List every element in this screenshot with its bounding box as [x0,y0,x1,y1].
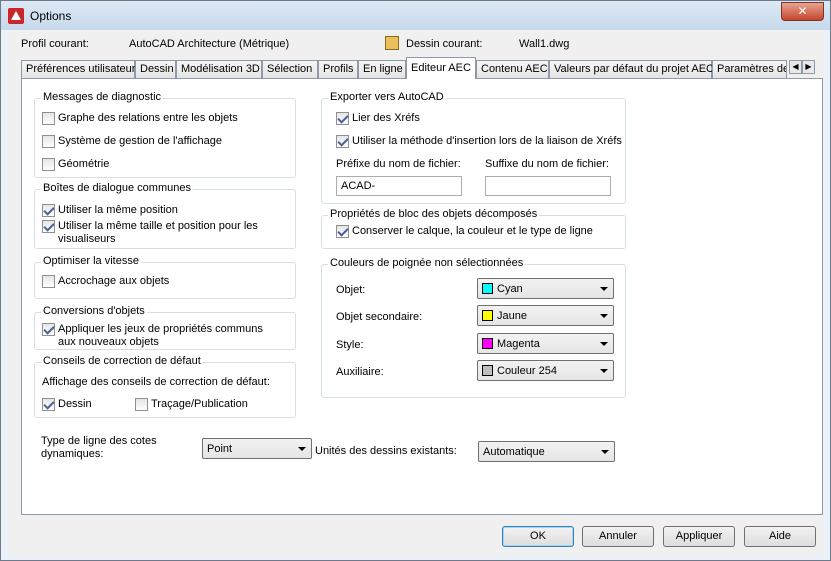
grip-style-label: Style: [336,339,364,351]
dimension-linetype-label: Type de ligne des cotes dynamiques: [41,435,157,460]
checkbox-bind-xrefs[interactable]: Lier des Xréfs [336,112,420,125]
checkbox-fault-drawing[interactable]: Dessin [42,398,92,411]
ok-button[interactable]: OK [502,526,574,547]
close-button[interactable]: ✕ [781,2,824,21]
checkbox[interactable] [135,398,148,411]
tab-3d-modeling[interactable]: Modélisation 3D [176,60,262,78]
group-title: Propriétés de bloc des objets décomposés [328,208,540,220]
tab-strip: Préférences utilisateur Dessin Modélisat… [21,57,821,79]
group-title: Couleurs de poignée non sélectionnées [328,257,526,269]
grip-auxiliary-select[interactable]: Couleur 254 [477,360,614,381]
tab-drawing[interactable]: Dessin [135,60,176,78]
checkbox-fault-plotting[interactable]: Traçage/Publication [135,398,248,411]
prefix-input[interactable]: ACAD- [336,176,462,196]
resize-grip-icon[interactable] [813,545,823,555]
tab-scroll-right-icon[interactable]: ▶ [802,60,815,74]
chevron-down-icon [298,447,306,451]
drawing-file-icon [385,36,399,50]
suffix-input[interactable] [485,176,611,196]
common-dialogs-group: Boîtes de dialogue communes Utiliser la … [34,182,296,249]
checkbox-display-system[interactable]: Système de gestion de l'affichage [42,135,222,148]
grip-auxiliary-label: Auxiliaire: [336,366,384,378]
title-bar[interactable]: Options ✕ [1,1,830,30]
checkbox[interactable] [336,225,349,238]
checkbox[interactable] [336,112,349,125]
current-profile-label: Profil courant: [21,38,89,50]
optimize-speed-group: Optimiser la vitesse Accrochage aux obje… [34,255,296,299]
checkbox[interactable] [42,398,55,411]
chevron-down-icon [600,314,608,318]
chevron-down-icon [600,342,608,346]
checkbox-same-position[interactable]: Utiliser la même position [42,204,178,217]
export-autocad-group: Exporter vers AutoCAD Lier des Xréfs Uti… [321,91,626,204]
apply-button[interactable]: Appliquer [663,526,735,547]
group-title: Conversions d'objets [41,305,147,317]
current-drawing-label: Dessin courant: [406,38,483,50]
checkbox-same-size-viewers[interactable]: Utiliser la même taille et position pour… [42,220,272,246]
block-properties-group: Propriétés de bloc des objets décomposés… [321,208,626,249]
tab-selection[interactable]: Sélection [262,60,318,78]
checkbox-apply-property-sets[interactable]: Appliquer les jeux de propriétés communs… [42,323,282,349]
window-title: Options [30,9,72,23]
checkbox-keep-layer-color[interactable]: Conserver le calque, la couleur et le ty… [336,225,606,238]
grip-object-label: Objet: [336,284,366,296]
checkbox[interactable] [42,158,55,171]
fault-correction-group: Conseils de correction de défaut Afficha… [34,355,296,418]
checkbox[interactable] [336,135,349,148]
tab-aec-editor[interactable]: Editeur AEC [406,57,476,79]
grip-object-select[interactable]: Cyan [477,278,614,299]
chevron-down-icon [600,369,608,373]
group-title: Optimiser la vitesse [41,255,141,267]
checkbox[interactable] [42,323,55,336]
tab-settings-truncated[interactable]: Paramètres de [712,60,787,78]
options-window: Options ✕ Profil courant: AutoCAD Archit… [0,0,831,561]
fault-display-label: Affichage des conseils de correction de … [42,376,270,388]
current-profile-value: AutoCAD Architecture (Métrique) [129,38,290,50]
grip-secondary-label: Objet secondaire: [336,311,423,323]
color-swatch [482,310,493,321]
dialog-client: Profil courant: AutoCAD Architecture (Mé… [8,30,823,555]
grip-style-select[interactable]: Magenta [477,333,614,354]
checkbox-insert-method[interactable]: Utiliser la méthode d'insertion lors de … [336,135,622,148]
checkbox-object-relation-graph[interactable]: Graphe des relations entre les objets [42,112,238,125]
checkbox-object-snap[interactable]: Accrochage aux objets [42,275,169,288]
chevron-down-icon [601,450,609,454]
prefix-label: Préfixe du nom de fichier: [336,158,461,170]
checkbox[interactable] [42,220,55,233]
suffix-label: Suffixe du nom de fichier: [485,158,609,170]
checkbox[interactable] [42,135,55,148]
group-title: Conseils de correction de défaut [41,355,203,367]
tab-user-preferences[interactable]: Préférences utilisateur [21,60,135,78]
existing-units-select[interactable]: Automatique [478,441,615,462]
object-conversions-group: Conversions d'objets Appliquer les jeux … [34,305,296,350]
group-title: Messages de diagnostic [41,91,164,103]
dimension-linetype-select[interactable]: Point [202,438,312,459]
diagnostic-messages-group: Messages de diagnostic Graphe des relati… [34,91,296,178]
aec-editor-panel: Messages de diagnostic Graphe des relati… [21,78,823,515]
grip-colors-group: Couleurs de poignée non sélectionnées Ob… [321,257,626,398]
cancel-button[interactable]: Annuler [582,526,654,547]
tab-scroll-left-icon[interactable]: ◀ [789,60,802,74]
current-drawing-value: Wall1.dwg [519,38,570,50]
color-swatch [482,365,493,376]
autocad-app-icon [8,8,24,24]
checkbox[interactable] [42,275,55,288]
tab-profiles[interactable]: Profils [318,60,358,78]
group-title: Exporter vers AutoCAD [328,91,446,103]
existing-units-label: Unités des dessins existants: [315,445,457,457]
help-button[interactable]: Aide [744,526,816,547]
tab-aec-content[interactable]: Contenu AEC [476,60,549,78]
checkbox[interactable] [42,204,55,217]
checkbox[interactable] [42,112,55,125]
color-swatch [482,338,493,349]
tab-online[interactable]: En ligne [358,60,406,78]
checkbox-geometry[interactable]: Géométrie [42,158,109,171]
group-title: Boîtes de dialogue communes [41,182,193,194]
chevron-down-icon [600,287,608,291]
tab-aec-project-defaults[interactable]: Valeurs par défaut du projet AEC [549,60,714,78]
color-swatch [482,283,493,294]
grip-secondary-select[interactable]: Jaune [477,305,614,326]
